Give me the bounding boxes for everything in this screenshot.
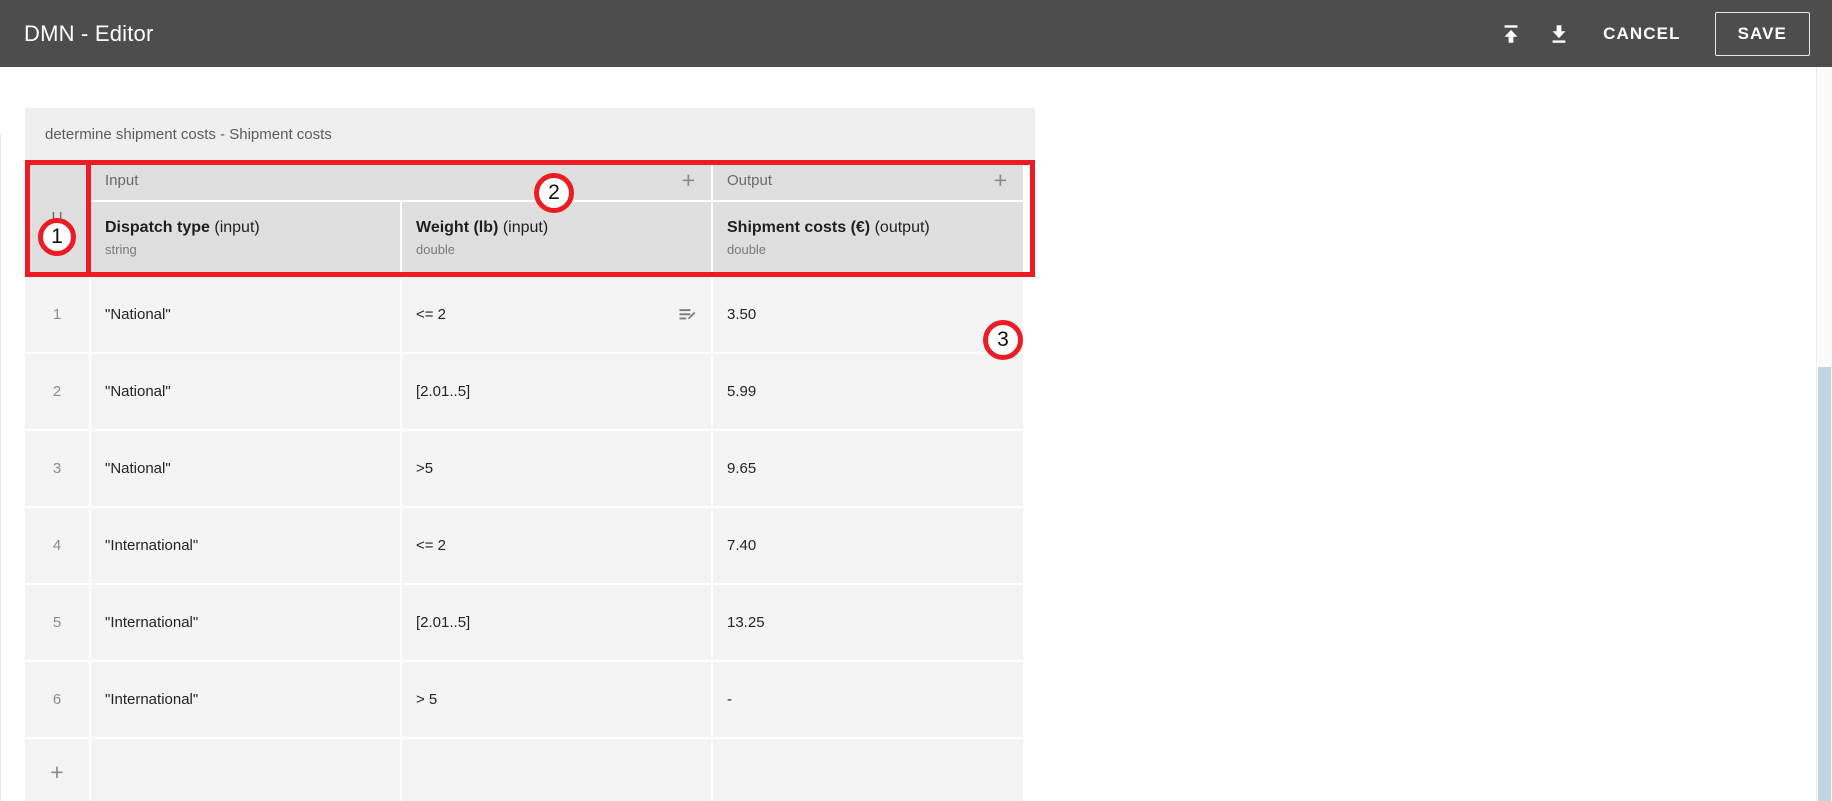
cell-shipment-costs-text: 13.25	[727, 614, 765, 631]
cell-shipment-costs[interactable]: 7.40	[713, 508, 1025, 585]
column-header-dispatch-type-datatype: string	[105, 241, 137, 257]
output-group-header: Output +	[713, 160, 1025, 202]
column-header-weight-datatype: double	[416, 241, 456, 257]
add-row-blank-weight	[402, 739, 713, 801]
add-rule-row: +	[25, 739, 1035, 801]
column-header-shipment-costs-title: Shipment costs (€) (output)	[727, 218, 1009, 237]
app-header: DMN - Editor CANCEL SAVE	[0, 0, 1832, 67]
column-header-weight-title: Weight (lb) (input)	[416, 218, 697, 237]
column-header-dispatch-type-title: Dispatch type (input)	[105, 218, 386, 237]
add-rule-button[interactable]: +	[25, 739, 91, 801]
cell-dispatch-type-text: "International"	[105, 614, 199, 631]
cell-weight-text: > 5	[416, 691, 438, 708]
cell-shipment-costs-text: 7.40	[727, 537, 757, 554]
column-header-weight-name: Weight (lb)	[416, 219, 499, 237]
cell-shipment-costs[interactable]: 5.99	[713, 354, 1025, 431]
input-group-label: Input	[105, 171, 139, 189]
upload-icon-button[interactable]	[1487, 10, 1535, 58]
clause-header-row: Dispatch type (input) string Weight (lb)…	[91, 202, 1025, 275]
table-row: 2 "National" [2.01..5] 5.99	[25, 354, 1035, 431]
cell-weight-text: <= 2	[416, 306, 447, 323]
vertical-scrollbar-thumb[interactable]	[1818, 367, 1831, 801]
add-output-column-button[interactable]: +	[992, 168, 1009, 192]
cell-dispatch-type[interactable]: "International"	[91, 662, 402, 739]
cell-dispatch-type-text: "International"	[105, 691, 199, 708]
cell-shipment-costs-text: 9.65	[727, 460, 757, 477]
page-title: DMN - Editor	[24, 20, 154, 46]
edit-script-icon[interactable]	[677, 305, 697, 325]
table-row: 4 "International" <= 2 7.40	[25, 508, 1035, 585]
cell-weight[interactable]: [2.01..5]	[402, 354, 713, 431]
decision-table: determine shipment costs - Shipment cost…	[25, 108, 1035, 801]
cell-weight-text: [2.01..5]	[416, 614, 471, 631]
cell-dispatch-type[interactable]: "International"	[91, 508, 402, 585]
hit-policy-cell[interactable]: U	[25, 160, 91, 277]
download-icon	[1548, 23, 1570, 45]
table-row: 3 "National" >5 9.65	[25, 431, 1035, 508]
cell-weight-text: >5	[416, 460, 434, 477]
cell-shipment-costs[interactable]: 3.50	[713, 277, 1025, 354]
row-index[interactable]: 5	[25, 585, 91, 662]
vertical-scrollbar-track[interactable]	[1816, 67, 1832, 801]
header-actions: CANCEL SAVE	[1487, 10, 1810, 58]
output-group-label: Output	[727, 171, 773, 189]
cell-shipment-costs[interactable]: 13.25	[713, 585, 1025, 662]
cancel-button[interactable]: CANCEL	[1583, 14, 1700, 54]
column-header-shipment-costs-name: Shipment costs (€)	[727, 219, 871, 237]
cell-shipment-costs-text: 3.50	[727, 306, 757, 323]
editor-canvas: determine shipment costs - Shipment cost…	[0, 67, 1832, 801]
row-index[interactable]: 2	[25, 354, 91, 431]
add-input-column-button[interactable]: +	[680, 168, 697, 192]
cell-weight-text: [2.01..5]	[416, 383, 471, 400]
cell-weight[interactable]: <= 2	[402, 277, 713, 354]
cell-weight[interactable]: <= 2	[402, 508, 713, 585]
cell-weight[interactable]: >5	[402, 431, 713, 508]
cell-dispatch-type-text: "National"	[105, 460, 171, 477]
column-header-dispatch-type-name: Dispatch type	[105, 219, 210, 237]
cell-dispatch-type-text: "International"	[105, 537, 199, 554]
add-row-blank-dispatch-type	[91, 739, 402, 801]
column-header-shipment-costs[interactable]: Shipment costs (€) (output) double	[713, 202, 1025, 275]
cell-shipment-costs[interactable]: 9.65	[713, 431, 1025, 508]
cell-shipment-costs[interactable]: -	[713, 662, 1025, 739]
column-header-dispatch-type[interactable]: Dispatch type (input) string	[91, 202, 402, 275]
cell-weight-text: <= 2	[416, 537, 447, 554]
column-header-shipment-costs-datatype: double	[727, 241, 767, 257]
add-row-blank-shipment-costs	[713, 739, 1025, 801]
cell-weight[interactable]: [2.01..5]	[402, 585, 713, 662]
cell-dispatch-type-text: "National"	[105, 306, 171, 323]
row-index[interactable]: 1	[25, 277, 91, 354]
cell-dispatch-type[interactable]: "International"	[91, 585, 402, 662]
cell-dispatch-type[interactable]: "National"	[91, 354, 402, 431]
table-row: 6 "International" > 5 -	[25, 662, 1035, 739]
column-header-weight[interactable]: Weight (lb) (input) double	[402, 202, 713, 275]
row-index[interactable]: 6	[25, 662, 91, 739]
decision-table-header: U Input + Output + Dispatch type (input)…	[25, 160, 1035, 277]
dmn-editor-screen: DMN - Editor CANCEL SAVE determine shipm…	[0, 0, 1832, 801]
row-index[interactable]: 4	[25, 508, 91, 585]
column-header-weight-kind: (input)	[502, 219, 549, 237]
clause-group-row: Input + Output +	[91, 160, 1025, 202]
row-index[interactable]: 3	[25, 431, 91, 508]
input-group-header: Input +	[91, 160, 713, 202]
cell-shipment-costs-text: -	[727, 691, 732, 708]
header-columns: Input + Output + Dispatch type (input) s…	[91, 160, 1025, 277]
cell-dispatch-type-text: "National"	[105, 383, 171, 400]
decision-table-caption: determine shipment costs - Shipment cost…	[25, 108, 1035, 160]
cell-dispatch-type[interactable]: "National"	[91, 431, 402, 508]
column-header-shipment-costs-kind: (output)	[874, 219, 930, 237]
download-icon-button[interactable]	[1535, 10, 1583, 58]
table-row: 5 "International" [2.01..5] 13.25	[25, 585, 1035, 662]
cell-dispatch-type[interactable]: "National"	[91, 277, 402, 354]
column-header-dispatch-type-kind: (input)	[214, 219, 260, 237]
upload-icon	[1500, 23, 1522, 45]
cell-shipment-costs-text: 5.99	[727, 383, 757, 400]
save-button[interactable]: SAVE	[1714, 11, 1810, 56]
canvas-left-border	[0, 134, 1, 801]
cell-weight[interactable]: > 5	[402, 662, 713, 739]
table-row: 1 "National" <= 2 3.50	[25, 277, 1035, 354]
